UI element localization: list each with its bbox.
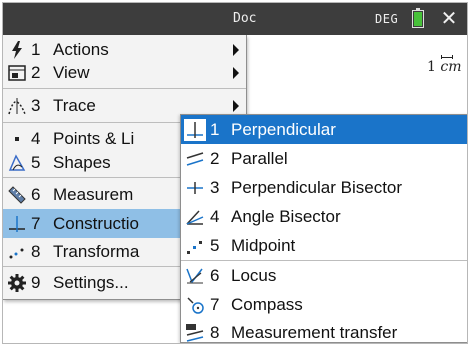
submenu-arrow-icon [233, 67, 239, 79]
submenu-item-number: 6 [210, 266, 220, 285]
submenu-item-number: 7 [210, 295, 220, 314]
submenu-item-midpoint[interactable]: 5 Midpoint [181, 231, 467, 260]
midpoint-icon [184, 235, 206, 257]
lightning-icon [7, 40, 27, 60]
locus-icon [184, 265, 206, 287]
submenu-item-angle-bisector[interactable]: 4 Angle Bisector [181, 202, 467, 231]
parallel-icon [184, 148, 206, 170]
document-name: Doc [233, 11, 257, 26]
menu-item-number: 8 [31, 242, 41, 261]
submenu-item-perpendicular[interactable]: 1 Perpendicular [181, 115, 467, 144]
gear-icon [7, 273, 27, 293]
menu-item-number: 7 [31, 214, 41, 233]
submenu-item-number: 4 [210, 207, 220, 226]
submenu-item-compass[interactable]: 7 Compass [181, 290, 467, 319]
angle-bisector-icon [184, 206, 206, 228]
shapes-icon [7, 153, 27, 173]
trace-icon [7, 96, 27, 116]
menu-item-number: 3 [31, 96, 41, 115]
submenu-item-number: 3 [210, 178, 220, 197]
menu-item-number: 6 [31, 185, 41, 204]
menu-item-number: 4 [31, 129, 41, 148]
menu-item-label: Transforma [53, 242, 140, 261]
submenu-item-label: Locus [231, 266, 277, 285]
scale-value: 1 [427, 59, 436, 75]
submenu-item-locus[interactable]: 6 Locus [181, 261, 467, 290]
angle-mode-indicator: DEG [375, 12, 399, 26]
menu-item-label: Settings... [53, 273, 129, 292]
battery-icon [412, 8, 424, 28]
menu-item-number: 9 [31, 273, 41, 292]
submenu-item-label: Measurement transfer [231, 323, 398, 342]
menu-item-number: 1 [31, 40, 41, 59]
submenu-item-label: Parallel [231, 149, 288, 168]
scale-unit: cm [440, 59, 462, 75]
submenu-item-measurement-transfer[interactable]: 8 Measurement transfer [181, 318, 467, 343]
menu-item-label: Points & Li [53, 129, 135, 148]
status-bar: Doc DEG ✕ [3, 3, 467, 35]
submenu-item-number: 8 [210, 323, 220, 342]
menu-item-number: 5 [31, 153, 41, 172]
submenu-item-perpendicular-bisector[interactable]: 3 Perpendicular Bisector [181, 173, 467, 202]
ruler-icon [7, 185, 27, 205]
app-window: Doc DEG ✕ 1 cm 1 Actions 2 View 3 Trace … [2, 2, 468, 344]
menu-item-label: View [53, 63, 90, 82]
close-button[interactable]: ✕ [436, 6, 462, 32]
menu-item-number: 2 [31, 63, 41, 82]
point-icon [7, 129, 27, 149]
compass-icon [184, 294, 206, 316]
measurement-transfer-icon [184, 322, 206, 343]
scale-label: 1 cm [427, 59, 462, 75]
menu-item-label: Measurem [53, 185, 134, 204]
menu-item-label: Constructio [53, 214, 139, 233]
submenu-item-label: Perpendicular [231, 120, 336, 139]
scale-bar [441, 55, 453, 59]
transform-icon [7, 242, 27, 262]
perpendicular-icon [184, 119, 206, 141]
submenu-item-label: Angle Bisector [231, 207, 341, 226]
menu-item-label: Shapes [53, 153, 111, 172]
view-icon [7, 63, 27, 83]
submenu-item-number: 1 [210, 120, 220, 139]
menu-separator [3, 88, 246, 89]
submenu-item-parallel[interactable]: 2 Parallel [181, 144, 467, 173]
submenu-arrow-icon [233, 44, 239, 56]
menu-item-view[interactable]: 2 View [3, 58, 246, 87]
submenu-item-number: 5 [210, 236, 220, 255]
submenu-item-label: Perpendicular Bisector [231, 178, 403, 197]
submenu-item-label: Compass [231, 295, 303, 314]
menu-item-label: Trace [53, 96, 96, 115]
submenu-item-number: 2 [210, 149, 220, 168]
submenu-item-label: Midpoint [231, 236, 296, 255]
menu-item-label: Actions [53, 40, 109, 59]
submenu-arrow-icon [233, 100, 239, 112]
perpendicular-bisector-icon [184, 177, 206, 199]
construction-submenu: 1 Perpendicular 2 Parallel 3 Perpendicul… [180, 114, 467, 343]
construction-icon [7, 214, 27, 234]
